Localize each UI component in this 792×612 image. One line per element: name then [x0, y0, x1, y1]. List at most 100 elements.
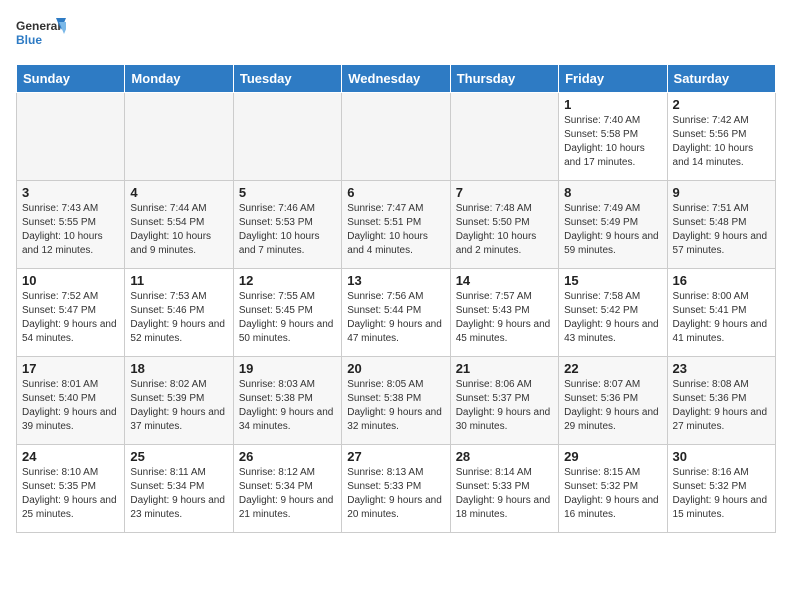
header-row: SundayMondayTuesdayWednesdayThursdayFrid… [17, 65, 776, 93]
day-cell: 5 Sunrise: 7:46 AM Sunset: 5:53 PM Daylig… [233, 181, 341, 269]
day-info: Sunrise: 8:07 AM Sunset: 5:36 PM Dayligh… [564, 378, 661, 434]
day-info: Sunrise: 7:46 AM Sunset: 5:53 PM Dayligh… [239, 202, 336, 258]
day-number: 25 [130, 449, 227, 464]
day-cell: 2Sunrise: 7:42 AM Sunset: 5:56 PM Daylig… [667, 93, 775, 181]
day-cell: 7 Sunrise: 7:48 AM Sunset: 5:50 PM Daylig… [450, 181, 558, 269]
day-cell: 12Sunrise: 7:55 AM Sunset: 5:45 PM Dayli… [233, 269, 341, 357]
day-info: Sunrise: 8:02 AM Sunset: 5:39 PM Dayligh… [130, 378, 227, 434]
day-info: Sunrise: 7:51 AM Sunset: 5:48 PM Dayligh… [673, 202, 770, 258]
day-cell: 9 Sunrise: 7:51 AM Sunset: 5:48 PM Daylig… [667, 181, 775, 269]
day-number: 5 [239, 185, 336, 200]
day-number: 8 [564, 185, 661, 200]
day-number: 13 [347, 273, 444, 288]
day-cell: 17 Sunrise: 8:01 AM Sunset: 5:40 PM Dayli… [17, 357, 125, 445]
day-number: 24 [22, 449, 119, 464]
day-cell: 1Sunrise: 7:40 AM Sunset: 5:58 PM Daylig… [559, 93, 667, 181]
week-row-5: 24 Sunrise: 8:10 AM Sunset: 5:35 PM Dayli… [17, 445, 776, 533]
svg-text:General: General [16, 19, 61, 33]
day-cell: 21 Sunrise: 8:06 AM Sunset: 5:37 PM Dayli… [450, 357, 558, 445]
day-number: 2 [673, 97, 770, 112]
day-number: 15 [564, 273, 661, 288]
day-cell: 11 Sunrise: 7:53 AM Sunset: 5:46 PM Dayli… [125, 269, 233, 357]
day-cell [342, 93, 450, 181]
day-header-wednesday: Wednesday [342, 65, 450, 93]
day-number: 9 [673, 185, 770, 200]
logo-svg: General Blue [16, 16, 66, 52]
day-info: Sunrise: 7:57 AM Sunset: 5:43 PM Dayligh… [456, 290, 553, 346]
day-info: Sunrise: 7:56 AM Sunset: 5:44 PM Dayligh… [347, 290, 444, 346]
day-number: 10 [22, 273, 119, 288]
day-number: 21 [456, 361, 553, 376]
day-header-saturday: Saturday [667, 65, 775, 93]
day-info: Sunrise: 8:01 AM Sunset: 5:40 PM Dayligh… [22, 378, 119, 434]
day-cell: 4Sunrise: 7:44 AM Sunset: 5:54 PM Daylig… [125, 181, 233, 269]
svg-text:Blue: Blue [16, 33, 42, 47]
day-info: Sunrise: 7:53 AM Sunset: 5:46 PM Dayligh… [130, 290, 227, 346]
day-header-sunday: Sunday [17, 65, 125, 93]
day-cell: 27 Sunrise: 8:13 AM Sunset: 5:33 PM Dayli… [342, 445, 450, 533]
day-info: Sunrise: 8:10 AM Sunset: 5:35 PM Dayligh… [22, 466, 119, 522]
week-row-3: 10 Sunrise: 7:52 AM Sunset: 5:47 PM Dayli… [17, 269, 776, 357]
day-number: 7 [456, 185, 553, 200]
day-cell [233, 93, 341, 181]
day-number: 14 [456, 273, 553, 288]
logo: General Blue [16, 16, 66, 52]
day-cell: 14 Sunrise: 7:57 AM Sunset: 5:43 PM Dayli… [450, 269, 558, 357]
day-number: 6 [347, 185, 444, 200]
day-number: 16 [673, 273, 770, 288]
day-cell: 29 Sunrise: 8:15 AM Sunset: 5:32 PM Dayli… [559, 445, 667, 533]
day-info: Sunrise: 7:40 AM Sunset: 5:58 PM Dayligh… [564, 114, 661, 170]
day-info: Sunrise: 7:48 AM Sunset: 5:50 PM Dayligh… [456, 202, 553, 258]
day-info: Sunrise: 8:08 AM Sunset: 5:36 PM Dayligh… [673, 378, 770, 434]
day-info: Sunrise: 7:52 AM Sunset: 5:47 PM Dayligh… [22, 290, 119, 346]
day-cell: 26 Sunrise: 8:12 AM Sunset: 5:34 PM Dayli… [233, 445, 341, 533]
day-info: Sunrise: 8:12 AM Sunset: 5:34 PM Dayligh… [239, 466, 336, 522]
day-header-friday: Friday [559, 65, 667, 93]
week-row-2: 3 Sunrise: 7:43 AM Sunset: 5:55 PM Daylig… [17, 181, 776, 269]
day-cell: 18 Sunrise: 8:02 AM Sunset: 5:39 PM Dayli… [125, 357, 233, 445]
day-header-monday: Monday [125, 65, 233, 93]
day-cell: 15Sunrise: 7:58 AM Sunset: 5:42 PM Dayli… [559, 269, 667, 357]
day-info: Sunrise: 8:13 AM Sunset: 5:33 PM Dayligh… [347, 466, 444, 522]
day-number: 30 [673, 449, 770, 464]
day-cell: 23Sunrise: 8:08 AM Sunset: 5:36 PM Dayli… [667, 357, 775, 445]
day-info: Sunrise: 7:43 AM Sunset: 5:55 PM Dayligh… [22, 202, 119, 258]
day-info: Sunrise: 8:16 AM Sunset: 5:32 PM Dayligh… [673, 466, 770, 522]
day-info: Sunrise: 8:00 AM Sunset: 5:41 PM Dayligh… [673, 290, 770, 346]
day-info: Sunrise: 8:03 AM Sunset: 5:38 PM Dayligh… [239, 378, 336, 434]
day-number: 17 [22, 361, 119, 376]
week-row-4: 17 Sunrise: 8:01 AM Sunset: 5:40 PM Dayli… [17, 357, 776, 445]
day-cell: 28 Sunrise: 8:14 AM Sunset: 5:33 PM Dayli… [450, 445, 558, 533]
day-info: Sunrise: 7:47 AM Sunset: 5:51 PM Dayligh… [347, 202, 444, 258]
day-cell: 24 Sunrise: 8:10 AM Sunset: 5:35 PM Dayli… [17, 445, 125, 533]
day-info: Sunrise: 8:06 AM Sunset: 5:37 PM Dayligh… [456, 378, 553, 434]
day-cell: 16 Sunrise: 8:00 AM Sunset: 5:41 PM Dayli… [667, 269, 775, 357]
day-number: 11 [130, 273, 227, 288]
day-cell: 13 Sunrise: 7:56 AM Sunset: 5:44 PM Dayli… [342, 269, 450, 357]
day-info: Sunrise: 8:14 AM Sunset: 5:33 PM Dayligh… [456, 466, 553, 522]
day-cell: 22 Sunrise: 8:07 AM Sunset: 5:36 PM Dayli… [559, 357, 667, 445]
day-number: 27 [347, 449, 444, 464]
day-header-thursday: Thursday [450, 65, 558, 93]
day-info: Sunrise: 8:15 AM Sunset: 5:32 PM Dayligh… [564, 466, 661, 522]
day-info: Sunrise: 7:44 AM Sunset: 5:54 PM Dayligh… [130, 202, 227, 258]
day-cell: 10 Sunrise: 7:52 AM Sunset: 5:47 PM Dayli… [17, 269, 125, 357]
day-cell: 19Sunrise: 8:03 AM Sunset: 5:38 PM Dayli… [233, 357, 341, 445]
day-info: Sunrise: 7:55 AM Sunset: 5:45 PM Dayligh… [239, 290, 336, 346]
week-row-1: 1Sunrise: 7:40 AM Sunset: 5:58 PM Daylig… [17, 93, 776, 181]
day-number: 18 [130, 361, 227, 376]
day-info: Sunrise: 8:11 AM Sunset: 5:34 PM Dayligh… [130, 466, 227, 522]
day-info: Sunrise: 8:05 AM Sunset: 5:38 PM Dayligh… [347, 378, 444, 434]
day-cell: 30 Sunrise: 8:16 AM Sunset: 5:32 PM Dayli… [667, 445, 775, 533]
day-cell: 20Sunrise: 8:05 AM Sunset: 5:38 PM Dayli… [342, 357, 450, 445]
day-header-tuesday: Tuesday [233, 65, 341, 93]
day-cell [17, 93, 125, 181]
day-number: 29 [564, 449, 661, 464]
day-cell [450, 93, 558, 181]
day-number: 22 [564, 361, 661, 376]
day-number: 26 [239, 449, 336, 464]
day-cell: 25 Sunrise: 8:11 AM Sunset: 5:34 PM Dayli… [125, 445, 233, 533]
day-number: 3 [22, 185, 119, 200]
day-number: 28 [456, 449, 553, 464]
page-header: General Blue [16, 16, 776, 52]
